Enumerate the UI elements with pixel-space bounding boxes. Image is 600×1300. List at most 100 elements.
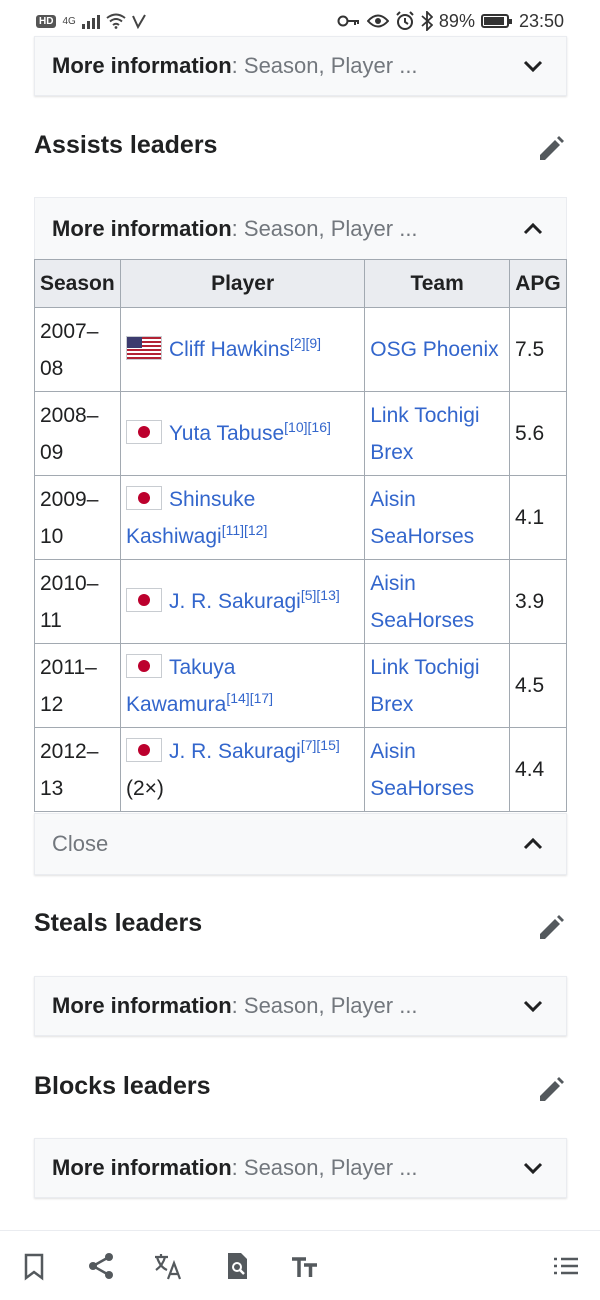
table-row: 2008–09 Yuta Tabuse[10][16] Link Tochigi B…	[34, 391, 567, 476]
alarm-icon	[396, 11, 414, 30]
more-information-summary: : Season, Player ...	[231, 53, 418, 78]
team-link[interactable]: Aisin SeaHorses	[370, 740, 474, 800]
season-cell: 2007–08	[34, 307, 121, 392]
hd-icon: HD	[36, 14, 57, 28]
table-row: 2009–10 Shinsuke Kashiwagi[11][12] Aisin S…	[34, 475, 567, 560]
reference-link[interactable]: [10][16]	[284, 419, 331, 435]
player-link[interactable]: Cliff Hawkins	[169, 338, 290, 361]
section-title-blocks: Blocks leaders	[34, 1072, 211, 1100]
pencil-icon[interactable]	[536, 134, 566, 164]
apg-cell: 5.6	[509, 391, 567, 476]
team-cell: Aisin SeaHorses	[364, 727, 511, 812]
times-label: (2×)	[125, 776, 164, 800]
team-cell: Link Tochigi Brex	[364, 643, 511, 728]
close-label: Close	[52, 831, 109, 856]
more-information-toggle-steals[interactable]: More information: Season, Player ...	[34, 976, 567, 1036]
more-information-toggle-blocks[interactable]: More information: Season, Player ...	[34, 1138, 567, 1198]
more-information-summary: : Season, Player ...	[231, 993, 418, 1018]
network-type: 4G	[62, 15, 76, 27]
japan-flag-icon	[125, 737, 162, 762]
more-information-label: More information	[52, 1155, 232, 1180]
more-information-toggle-previous[interactable]: More information: Season, Player ...	[34, 36, 567, 96]
team-cell: Link Tochigi Brex	[364, 391, 511, 476]
apg-cell: 3.9	[509, 559, 567, 644]
header-player[interactable]: Player	[119, 259, 366, 308]
chevron-up-icon	[523, 222, 543, 234]
apg-cell: 4.5	[509, 643, 567, 728]
table-row: 2011–12 Takuya Kawamura[14][17] Link Tochi…	[34, 643, 567, 728]
close-table-button[interactable]: Close	[34, 813, 567, 875]
more-information-label: More information	[52, 993, 232, 1018]
bookmark-icon[interactable]	[19, 1251, 49, 1281]
team-cell: OSG Phoenix	[364, 307, 511, 392]
team-cell: Aisin SeaHorses	[364, 559, 511, 644]
player-cell: Yuta Tabuse[10][16]	[119, 391, 366, 476]
share-icon[interactable]	[86, 1251, 116, 1281]
apg-cell: 4.1	[509, 475, 567, 560]
player-cell: Takuya Kawamura[14][17]	[119, 643, 366, 728]
season-cell: 2011–12	[34, 643, 121, 728]
player-link[interactable]: J. R. Sakuragi	[169, 590, 301, 613]
translate-icon[interactable]	[153, 1251, 183, 1281]
apg-cell: 7.5	[509, 307, 567, 392]
text-size-icon[interactable]	[290, 1251, 320, 1281]
team-link[interactable]: Link Tochigi Brex	[370, 656, 479, 716]
more-information-label: More information	[52, 215, 232, 241]
battery-percent: 89%	[438, 10, 475, 31]
pencil-icon[interactable]	[536, 1075, 566, 1105]
season-cell: 2012–13	[34, 727, 121, 812]
reference-link[interactable]: [11][12]	[222, 522, 268, 538]
player-link[interactable]: Yuta Tabuse	[169, 422, 284, 445]
clock: 23:50	[518, 10, 564, 31]
player-cell: J. R. Sakuragi[5][13]	[119, 559, 366, 644]
cell-signal-icon	[81, 13, 100, 29]
player-cell: J. R. Sakuragi[7][15] (2×)	[119, 727, 366, 812]
contents-list-icon[interactable]	[551, 1251, 581, 1281]
chevron-down-icon	[523, 1000, 543, 1013]
apg-cell: 4.4	[509, 727, 567, 812]
table-header-row: Season Player Team APG	[34, 259, 567, 308]
table-row: 2012–13 J. R. Sakuragi[7][15] (2×) Aisin S…	[34, 727, 567, 812]
team-link[interactable]: Link Tochigi Brex	[370, 404, 479, 464]
us-flag-icon	[125, 336, 162, 360]
section-title-steals: Steals leaders	[34, 909, 203, 937]
more-information-label: More information	[52, 53, 232, 78]
team-cell: Aisin SeaHorses	[364, 475, 511, 560]
find-in-page-icon[interactable]	[222, 1251, 252, 1281]
more-information-toggle-assists[interactable]: More information: Season, Player ...	[34, 197, 567, 259]
player-cell: Shinsuke Kashiwagi[11][12]	[119, 475, 366, 560]
player-cell: Cliff Hawkins[2][9]	[119, 307, 366, 392]
japan-flag-icon	[125, 653, 162, 678]
season-cell: 2010–11	[34, 559, 121, 644]
reference-link[interactable]: [14][17]	[226, 690, 273, 706]
status-right-icons: 89% 23:50	[337, 9, 564, 33]
table-row: 2007–08 Cliff Hawkins[2][9] OSG Phoenix 7.5	[34, 307, 567, 392]
team-link[interactable]: Aisin SeaHorses	[370, 572, 474, 632]
header-team[interactable]: Team	[364, 259, 511, 308]
player-link[interactable]: J. R. Sakuragi	[169, 740, 301, 763]
japan-flag-icon	[125, 588, 162, 612]
chevron-up-icon	[523, 837, 543, 850]
pencil-icon[interactable]	[536, 913, 566, 943]
bottom-toolbar	[0, 1230, 600, 1300]
wifi-icon	[106, 13, 126, 29]
header-apg[interactable]: APG	[509, 259, 567, 308]
more-information-summary: : Season, Player ...	[231, 1155, 418, 1180]
chevron-down-icon	[523, 60, 543, 73]
reference-link[interactable]: [2][9]	[290, 335, 321, 351]
key-icon	[337, 15, 359, 27]
battery-icon	[480, 14, 512, 28]
reference-link[interactable]: [5][13]	[301, 587, 340, 603]
status-left-icons: HD 4G	[36, 11, 146, 31]
more-information-summary: : Season, Player ...	[231, 215, 418, 241]
assists-leaders-table: Season Player Team APG 2007–08 Cliff Hawk…	[34, 259, 567, 812]
chevron-down-icon	[523, 1162, 543, 1175]
japan-flag-icon	[125, 485, 162, 510]
japan-flag-icon	[125, 420, 162, 444]
reference-link[interactable]: [7][15]	[301, 737, 340, 753]
team-link[interactable]: OSG Phoenix	[370, 338, 498, 361]
team-link[interactable]: Aisin SeaHorses	[370, 488, 474, 548]
check-icon	[131, 14, 146, 29]
header-season[interactable]: Season	[34, 259, 121, 308]
season-cell: 2008–09	[34, 391, 121, 476]
